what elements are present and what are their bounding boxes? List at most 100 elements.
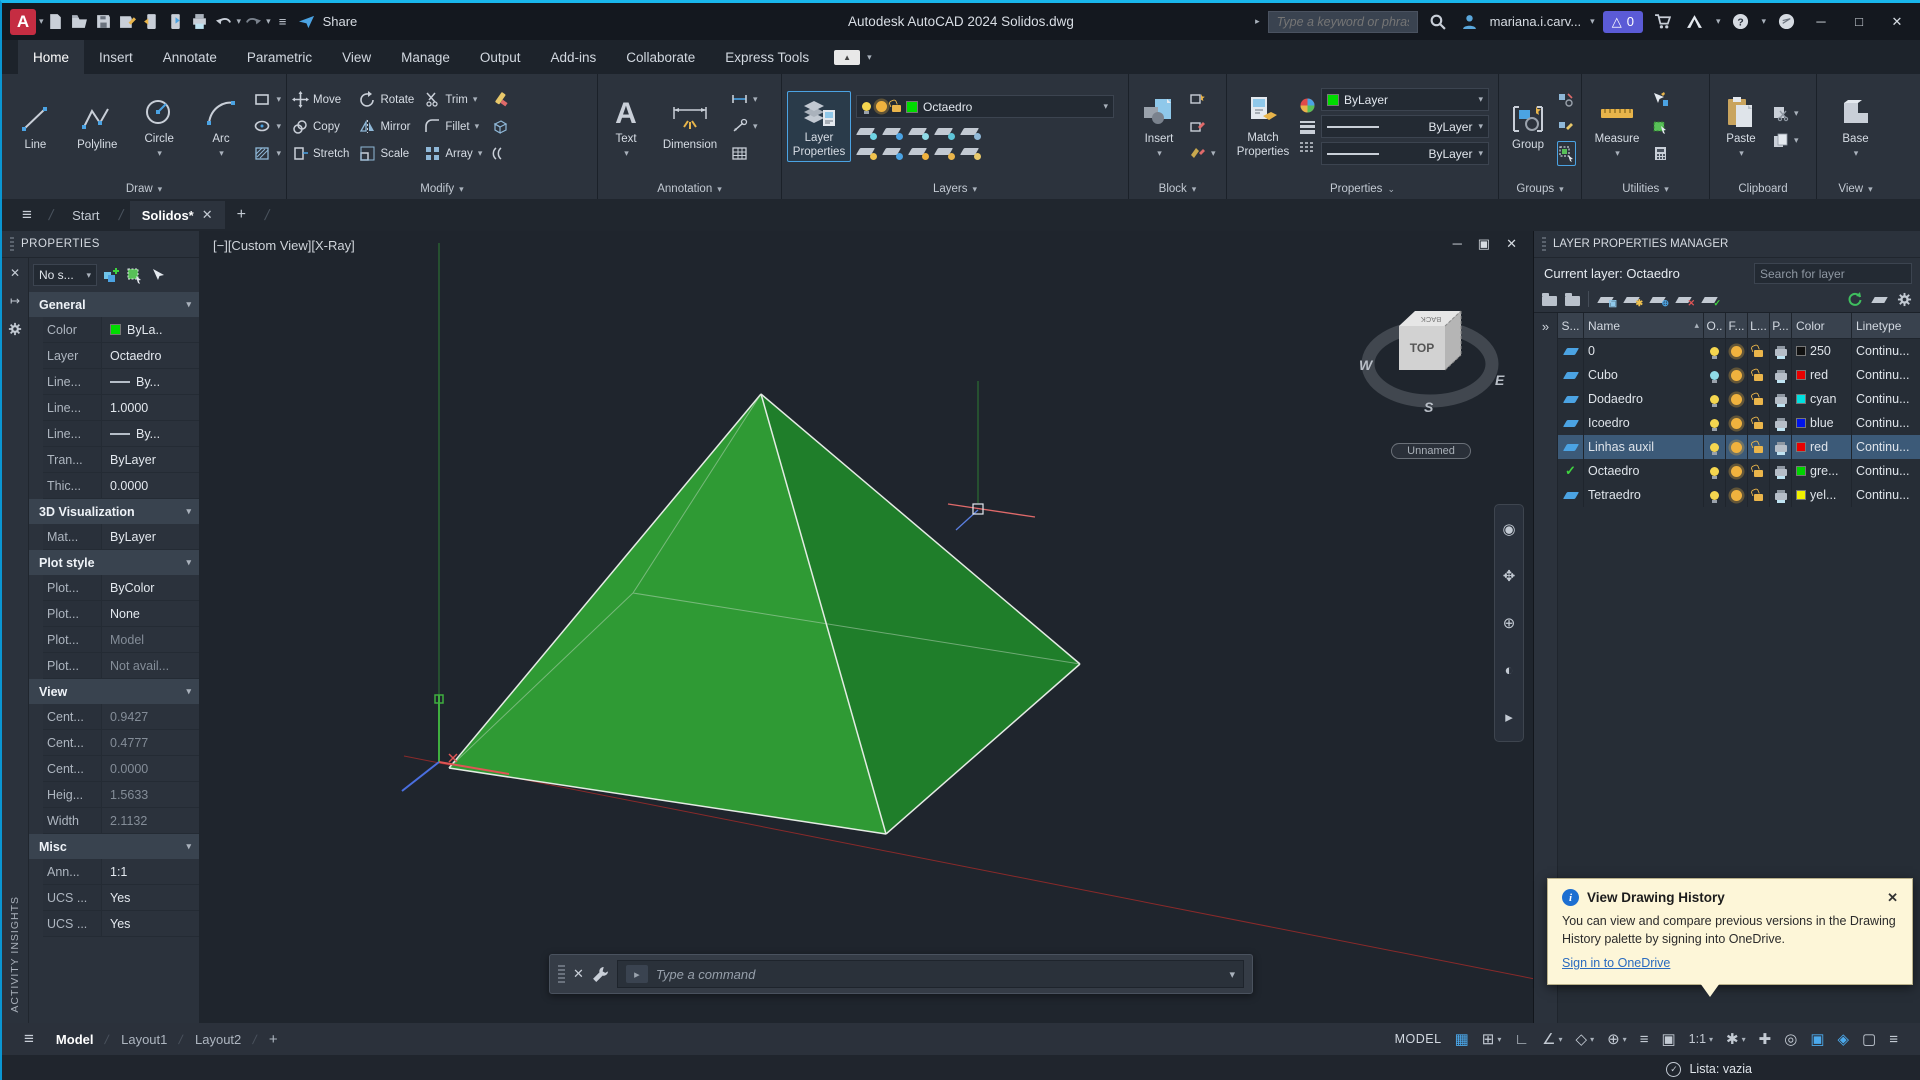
app-store-cart-icon[interactable] [1651,10,1675,34]
stretch-button[interactable]: Stretch [292,141,349,166]
open-file-button[interactable] [68,10,92,34]
layer-on-button[interactable] [856,144,876,158]
layer-row-octaedro[interactable]: ✓ Octaedro gre... Continu... [1558,459,1920,483]
erase-button[interactable] [492,87,509,112]
autodesk-caret-icon[interactable]: ▾ [1716,16,1721,27]
layer-unlock-button[interactable] [934,144,954,158]
ribbon-display-toggle[interactable]: ▲ [834,50,860,65]
lock-icon[interactable] [1754,494,1763,501]
polyline-button[interactable]: Polyline [69,99,126,154]
tab-insert[interactable]: Insert [84,40,148,74]
freeze-icon[interactable] [1731,370,1742,381]
plot-icon[interactable] [1775,397,1787,404]
layer-dropdown[interactable]: Octaedro ▾ [856,95,1114,118]
arc-button[interactable]: Arc▾ [193,93,250,161]
maximize-button[interactable]: □ [1844,9,1874,35]
col-plot[interactable]: P... [1770,313,1792,338]
prop-row-plot-style[interactable]: Plot...ByColor [43,575,199,601]
signed-in-user[interactable]: mariana.i.carv... [1490,14,1582,29]
navigation-wheel-icon[interactable]: ◉ [1502,520,1515,538]
viewport-controls-label[interactable]: [−][Custom View][X-Ray] [213,238,355,253]
prop-row-ucs-icon-origin[interactable]: UCS ...Yes [43,911,199,937]
search-icon[interactable] [1426,10,1450,34]
command-history-caret-icon[interactable]: ▾ [1229,968,1235,981]
col-linetype[interactable]: Linetype [1852,313,1920,338]
panel-label-view[interactable]: View▾ [1817,179,1894,199]
save-to-web-button[interactable] [164,10,188,34]
command-line-grip[interactable] [558,965,565,983]
layer-lock-button[interactable] [934,124,954,138]
ortho-mode-toggle[interactable]: ∟ [1514,1031,1529,1048]
viewport-name-badge[interactable]: Unnamed [1391,443,1471,459]
isodraft-toggle[interactable]: ◇▾ [1576,1030,1595,1048]
autodesk-logo-icon[interactable] [1683,10,1707,34]
palette-autohide-icon[interactable]: ↦ [10,294,20,308]
insert-block-button[interactable]: Insert▾ [1134,93,1184,161]
prop-row-linetype-scale[interactable]: Line...1.0000 [43,395,199,421]
linear-dimension-button[interactable]: ▾ [731,87,758,112]
plot-button[interactable] [188,10,212,34]
redo-button[interactable] [241,10,265,34]
layer-search-input[interactable] [1760,267,1915,281]
plot-icon[interactable] [1775,445,1787,452]
tab-manage[interactable]: Manage [386,40,465,74]
prop-row-annotation-scale[interactable]: Ann...1:1 [43,859,199,885]
layer-settings-icon[interactable]: ▣ [1597,292,1615,306]
annotation-scale-control[interactable]: 1:1▾ [1689,1032,1713,1046]
layer-row-icoedro[interactable]: Icoedro blue Continu... [1558,411,1920,435]
delete-layer-icon[interactable]: ✕ [1675,292,1693,306]
command-customize-wrench-icon[interactable] [592,966,609,983]
layer-isolate-button[interactable] [882,124,902,138]
layer-row-0[interactable]: 0 250 Continu... [1558,339,1920,363]
on-icon[interactable] [1710,347,1719,356]
plot-icon[interactable] [1775,349,1787,356]
lock-icon[interactable] [1754,422,1763,429]
panel-label-clipboard[interactable]: Clipboard [1710,179,1816,199]
lock-icon[interactable] [1754,398,1763,405]
edit-attributes-button[interactable]: ▾ [1189,141,1216,166]
help-icon[interactable]: ? [1728,10,1752,34]
model-tab[interactable]: Model [44,1032,106,1047]
refresh-icon[interactable] [1847,291,1863,307]
new-group-filter-icon[interactable] [1565,296,1580,306]
undo-button[interactable] [212,10,236,34]
circle-button[interactable]: Circle▾ [131,93,188,161]
tray-notification-icon[interactable]: ✓ [1666,1062,1681,1077]
quick-select-icon[interactable] [103,267,120,284]
move-button[interactable]: Move [292,87,349,112]
palette-settings-gear-icon[interactable] [8,322,22,336]
linetype-dropdown[interactable]: ByLayer▾ [1321,142,1489,165]
panel-label-block[interactable]: Block▾ [1129,179,1226,199]
explode-button[interactable] [492,114,509,139]
viewport-restore-icon[interactable]: ▣ [1478,236,1490,252]
layer-row-tetraedro[interactable]: Tetraedro yel... Continu... [1558,483,1920,507]
layer-color-swatch[interactable] [1796,370,1806,380]
dimension-button[interactable]: Dimension [654,99,726,154]
array-button[interactable]: Array▾ [424,141,482,166]
orbit-icon[interactable]: ◐ [1504,662,1513,679]
edit-block-button[interactable] [1189,114,1216,139]
layer-match-button[interactable] [960,144,980,158]
layer-row-linhas-auxil[interactable]: Linhas auxil red Continu... [1558,435,1920,459]
group-selection-toggle[interactable] [1557,141,1576,166]
mirror-button[interactable]: Mirror [359,114,414,139]
grid-display-toggle[interactable]: ▦ [1455,1030,1469,1048]
showmotion-icon[interactable]: ▸ [1505,708,1513,726]
palette-grip[interactable] [10,237,14,251]
on-icon[interactable] [1710,467,1719,476]
col-name[interactable]: Name▴ [1584,313,1704,338]
file-tabs-menu-icon[interactable]: ≡ [12,205,42,225]
leader-button[interactable]: ▾ [731,114,758,139]
tab-output[interactable]: Output [465,40,536,74]
tab-home[interactable]: Home [18,40,84,74]
lpm-settings-gear-icon[interactable] [1897,292,1912,307]
line-button[interactable]: Line [7,99,64,154]
add-scales-button[interactable]: ✚ [1759,1030,1772,1048]
tab-annotate[interactable]: Annotate [148,40,232,74]
layer-color-swatch[interactable] [1796,418,1806,428]
activity-insights-tab[interactable]: ACTIVITY INSIGHTS [9,896,21,1013]
lock-icon[interactable] [1754,350,1763,357]
make-current-button[interactable] [960,124,980,138]
base-button[interactable]: Base▾ [1830,93,1882,161]
lineweight-display-toggle[interactable]: ≡ [1640,1031,1649,1048]
